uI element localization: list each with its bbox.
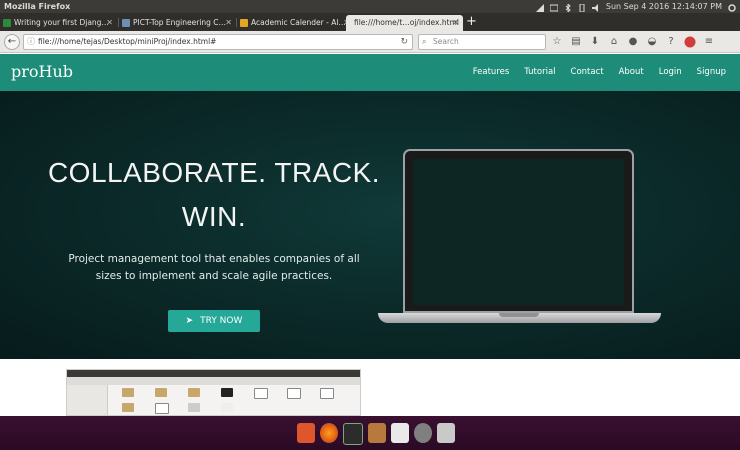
file-manager-preview-image (66, 369, 361, 416)
hero-section: COLLABORATE. TRACK. WIN. Project managem… (0, 91, 740, 359)
text-editor-icon[interactable] (391, 423, 409, 443)
laptop-illustration (403, 149, 634, 313)
tab-label: Writing your first Djang… (14, 18, 109, 27)
nav-about[interactable]: About (619, 54, 644, 91)
ubuntu-software-icon[interactable] (297, 423, 315, 443)
new-tab-button[interactable]: + (466, 13, 477, 31)
close-tab-icon[interactable]: ✕ (106, 15, 113, 31)
clock[interactable]: Sun Sep 4 2016 12:14:07 PM (606, 0, 722, 13)
bluetooth-icon[interactable] (564, 2, 572, 13)
tab-pict[interactable]: PICT-Top Engineering C… ✕ (119, 15, 236, 31)
search-placeholder: Search (433, 37, 459, 46)
launcher-dock (0, 416, 740, 450)
pocket-icon[interactable]: ◒ (645, 34, 659, 50)
settings-gear-icon[interactable] (728, 3, 736, 12)
tab-strip: Writing your first Djang… ✕ PICT-Top Eng… (0, 13, 740, 31)
search-input[interactable]: ⌕ Search (418, 34, 546, 50)
reload-icon[interactable]: ↻ (400, 35, 408, 49)
site-nav: Features Tutorial Contact About Login Si… (458, 54, 726, 91)
nav-contact[interactable]: Contact (571, 54, 604, 91)
navigation-toolbar: ← ⓘ file:///home/tejas/Desktop/miniProj/… (0, 31, 740, 53)
hero-headline-line1: COLLABORATE. TRACK. (47, 157, 381, 188)
site-logo[interactable]: proHub (11, 62, 73, 81)
system-settings-icon[interactable] (414, 423, 432, 443)
calendar-favicon-icon (240, 19, 248, 27)
files-icon[interactable] (368, 423, 386, 443)
adblock-icon[interactable] (683, 34, 697, 50)
page-info-icon[interactable]: ⓘ (27, 35, 35, 49)
keyboard-icon[interactable] (549, 3, 559, 11)
toolbar-icons: ☆ ▤ ⬇ ⌂ ● ◒ ? ≡ (550, 34, 716, 50)
hero-subtext: Project management tool that enables com… (68, 253, 360, 282)
nav-login[interactable]: Login (659, 54, 682, 91)
pict-favicon-icon (122, 19, 130, 27)
tab-django[interactable]: Writing your first Djang… ✕ (0, 15, 117, 31)
tab-academic-calender[interactable]: Academic Calender - Al… ✕ (237, 15, 354, 31)
django-favicon-icon (3, 19, 11, 27)
battery-icon[interactable] (578, 3, 586, 12)
close-tab-icon[interactable]: ✕ (225, 15, 232, 31)
search-icon: ⌕ (422, 37, 427, 46)
reading-list-icon[interactable]: ▤ (569, 34, 583, 50)
tab-index-html[interactable]: file:///home/t…oj/index.html ✕ (346, 15, 463, 31)
app-title: Mozilla Firefox (4, 2, 71, 11)
menu-icon[interactable]: ≡ (702, 34, 716, 50)
site-header: proHub Features Tutorial Contact About L… (0, 54, 740, 91)
hero-headline-line2: WIN. (181, 201, 247, 232)
system-tray: Sun Sep 4 2016 12:14:07 PM (535, 0, 736, 13)
volume-icon[interactable] (591, 3, 600, 12)
chat-icon[interactable]: ● (626, 34, 640, 50)
url-text: file:///home/tejas/Desktop/miniProj/inde… (38, 37, 217, 46)
dock-icons (297, 423, 455, 445)
play-icon: ➤ (185, 316, 194, 326)
bookmark-star-icon[interactable]: ☆ (550, 34, 564, 50)
url-bar[interactable]: ⓘ file:///home/tejas/Desktop/miniProj/in… (23, 34, 413, 50)
tab-label: Academic Calender - Al… (251, 18, 346, 27)
close-tab-icon[interactable]: ✕ (452, 15, 459, 31)
laptop-screen (413, 159, 624, 305)
firefox-icon[interactable] (320, 423, 338, 443)
terminal-icon[interactable] (343, 423, 363, 445)
laptop-notch (499, 313, 539, 317)
trash-icon[interactable] (437, 423, 455, 443)
tab-label: file:///home/t…oj/index.html (354, 18, 459, 27)
question-icon[interactable]: ? (664, 34, 678, 50)
nav-signup[interactable]: Signup (697, 54, 726, 91)
lower-section (0, 359, 740, 416)
network-icon[interactable] (535, 3, 544, 12)
system-top-bar: Mozilla Firefox Sun Sep 4 2016 12:14:07 … (0, 0, 740, 13)
nav-tutorial[interactable]: Tutorial (524, 54, 555, 91)
try-now-label: TRY NOW (200, 316, 243, 326)
download-icon[interactable]: ⬇ (588, 34, 602, 50)
home-icon[interactable]: ⌂ (607, 34, 621, 50)
back-button[interactable]: ← (4, 34, 20, 50)
nav-features[interactable]: Features (473, 54, 510, 91)
tab-label: PICT-Top Engineering C… (133, 18, 227, 27)
try-now-button[interactable]: ➤ TRY NOW (168, 310, 260, 332)
